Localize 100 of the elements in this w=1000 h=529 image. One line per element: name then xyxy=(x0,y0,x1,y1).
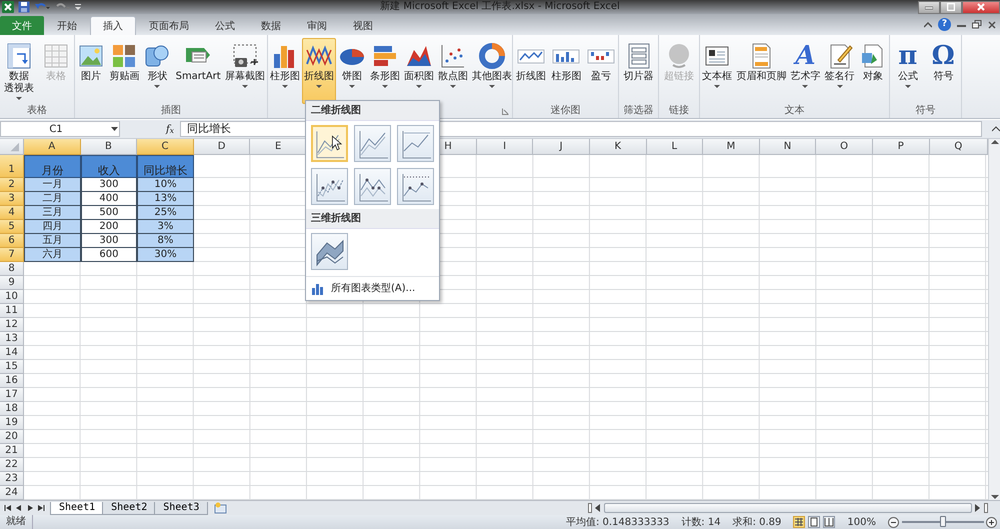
column-header[interactable]: J xyxy=(533,139,590,155)
row-header[interactable]: 9 xyxy=(0,276,24,290)
ribbon-button[interactable]: 切片器 xyxy=(622,38,656,104)
column-header[interactable]: O xyxy=(816,139,873,155)
column-header[interactable]: P xyxy=(872,139,930,155)
column-header[interactable]: K xyxy=(590,139,647,155)
row-header[interactable]: 19 xyxy=(0,416,24,430)
last-sheet-icon[interactable] xyxy=(37,504,45,512)
close-button[interactable] xyxy=(962,0,1000,14)
chart-type-thumbnail[interactable] xyxy=(311,233,348,270)
chart-type-thumbnail[interactable] xyxy=(397,125,434,162)
ribbon-button[interactable]: 屏幕截图 xyxy=(222,38,267,104)
help-button[interactable]: ? xyxy=(938,18,951,31)
scroll-right-icon[interactable] xyxy=(975,504,981,512)
ribbon-button[interactable]: Ω 符号 xyxy=(927,38,960,104)
row-header[interactable]: 14 xyxy=(0,346,24,360)
chart-type-thumbnail[interactable] xyxy=(397,168,434,205)
minimize-button[interactable] xyxy=(918,0,940,14)
column-header[interactable]: A xyxy=(24,139,81,155)
row-header[interactable]: 22 xyxy=(0,458,24,472)
ribbon-tab[interactable]: 数据 xyxy=(248,16,294,35)
ribbon-tab[interactable]: 审阅 xyxy=(294,16,340,35)
sheet-tab[interactable]: Sheet2 xyxy=(102,502,156,514)
column-header[interactable]: B xyxy=(80,139,138,155)
chart-type-thumbnail[interactable] xyxy=(311,125,348,162)
row-header[interactable]: 15 xyxy=(0,360,24,374)
row-header[interactable]: 7 xyxy=(0,248,24,262)
ribbon-tab[interactable]: 视图 xyxy=(340,16,386,35)
column-header[interactable]: N xyxy=(760,139,816,155)
chart-type-thumbnail[interactable] xyxy=(311,168,348,205)
ribbon-tab[interactable]: 页面布局 xyxy=(136,16,202,35)
column-header[interactable]: L xyxy=(646,139,704,155)
ribbon-button[interactable]: π 公式 xyxy=(892,38,924,104)
previous-sheet-icon[interactable] xyxy=(15,504,23,512)
chart-type-thumbnail[interactable] xyxy=(354,168,391,205)
sheet-tab[interactable]: Sheet3 xyxy=(154,502,208,514)
view-button[interactable] xyxy=(823,516,836,528)
row-header[interactable]: 13 xyxy=(0,332,24,346)
row-header[interactable]: 6 xyxy=(0,234,24,248)
row-header[interactable]: 17 xyxy=(0,388,24,402)
split-handle-icon[interactable] xyxy=(984,503,988,513)
ribbon-tab[interactable]: 公式 xyxy=(202,16,248,35)
dialog-launcher-icon[interactable] xyxy=(502,108,509,115)
ribbon-button[interactable]: 盈亏 xyxy=(585,38,618,104)
file-tab[interactable]: 文件 xyxy=(0,16,44,35)
ribbon-button[interactable]: 页眉和页脚 xyxy=(734,38,788,104)
sheet-tab[interactable]: Sheet1 xyxy=(50,502,104,514)
ribbon-button[interactable]: 形状 xyxy=(141,38,174,104)
column-header[interactable]: C xyxy=(137,139,194,155)
zoom-out-icon[interactable] xyxy=(888,516,899,528)
close-icon[interactable] xyxy=(988,20,996,28)
view-button[interactable] xyxy=(808,516,820,528)
ribbon-tab[interactable]: 插入 xyxy=(90,16,136,35)
row-header[interactable]: 2 xyxy=(0,178,24,192)
save-icon[interactable] xyxy=(18,1,30,13)
excel-icon[interactable] xyxy=(2,1,14,13)
ribbon-button[interactable]: 散点图 xyxy=(436,38,470,104)
row-header[interactable]: 4 xyxy=(0,206,24,220)
zoom-in-icon[interactable] xyxy=(986,516,997,528)
row-header[interactable]: 16 xyxy=(0,374,24,388)
caret-icon[interactable] xyxy=(111,126,119,132)
row-header[interactable]: 18 xyxy=(0,402,24,416)
ribbon-button[interactable]: 数据 透视表 xyxy=(2,38,36,104)
ribbon-button[interactable]: 条形图 xyxy=(368,38,402,104)
row-header[interactable]: 1 xyxy=(0,155,24,178)
ribbon-button[interactable]: 图片 xyxy=(75,38,108,104)
row-header[interactable]: 21 xyxy=(0,444,24,458)
expand-icon[interactable] xyxy=(992,126,1000,132)
column-header[interactable]: Q xyxy=(930,139,988,155)
row-header[interactable]: 8 xyxy=(0,262,24,276)
ribbon-button[interactable]: 柱形图 xyxy=(268,38,302,104)
scroll-left-icon[interactable] xyxy=(595,504,601,512)
row-header[interactable]: 10 xyxy=(0,290,24,304)
insert-sheet-icon[interactable] xyxy=(214,502,228,514)
ribbon-button[interactable]: 其他图表 xyxy=(470,38,514,104)
ribbon-button[interactable]: 签名行 xyxy=(822,38,857,104)
ribbon-button[interactable]: 折线图 xyxy=(302,38,336,104)
row-header[interactable]: 11 xyxy=(0,304,24,318)
next-sheet-icon[interactable] xyxy=(26,504,34,512)
zoom-slider[interactable] xyxy=(902,516,984,528)
function-button[interactable]: f$_{x}$ xyxy=(160,122,180,136)
customize-caret-icon[interactable] xyxy=(74,2,82,12)
scroll-thumb[interactable] xyxy=(604,503,972,513)
ribbon-button[interactable]: 文本框 xyxy=(700,38,734,104)
row-header[interactable]: 20 xyxy=(0,430,24,444)
first-sheet-icon[interactable] xyxy=(4,504,12,512)
collapse-ribbon-icon[interactable] xyxy=(924,22,932,28)
maximize-button[interactable] xyxy=(940,0,962,14)
column-header[interactable]: M xyxy=(703,139,760,155)
ribbon-tab[interactable]: 开始 xyxy=(44,16,90,35)
split-handle-icon[interactable] xyxy=(588,503,592,513)
column-header[interactable]: D xyxy=(194,139,250,155)
row-header[interactable]: 5 xyxy=(0,220,24,234)
ribbon-button[interactable]: 剪贴画 xyxy=(107,38,142,104)
row-header[interactable]: 3 xyxy=(0,192,24,206)
slider-thumb[interactable] xyxy=(940,516,946,526)
ribbon-button[interactable]: 折线图 xyxy=(514,38,548,104)
name-box[interactable]: C1 xyxy=(0,121,120,137)
column-header[interactable]: I xyxy=(476,139,534,155)
row-header[interactable]: 23 xyxy=(0,472,24,486)
